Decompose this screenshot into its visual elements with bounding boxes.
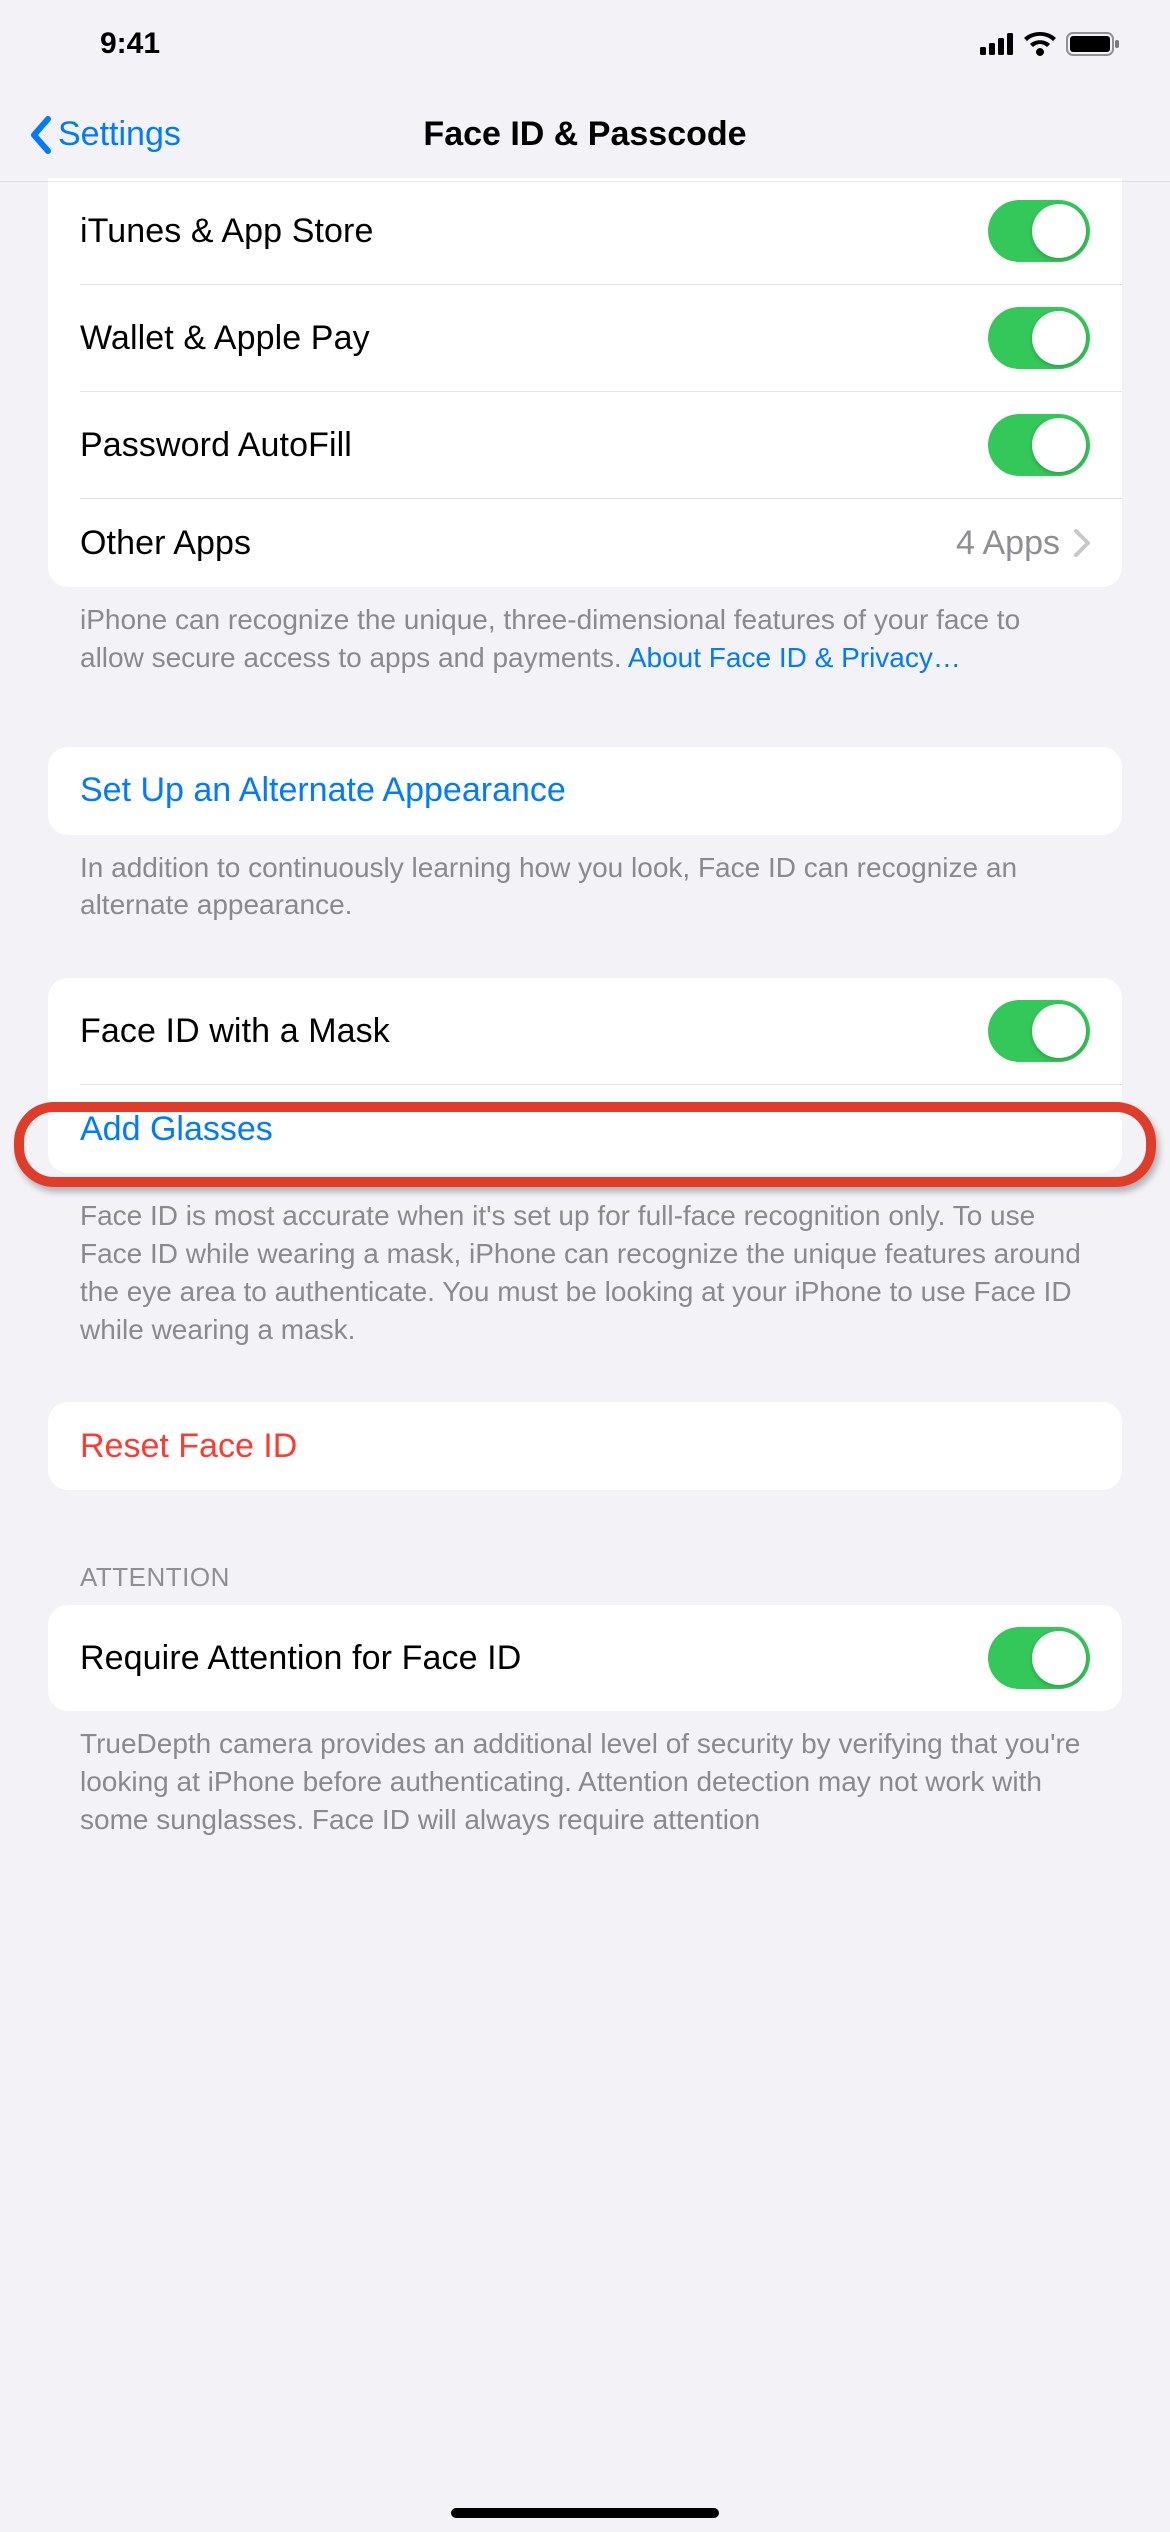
- back-label: Settings: [58, 115, 181, 154]
- attention-header: ATTENTION: [48, 1562, 1122, 1605]
- row-label: Set Up an Alternate Appearance: [80, 771, 566, 810]
- attention-card: Require Attention for Face ID: [48, 1605, 1122, 1711]
- row-require-attention[interactable]: Require Attention for Face ID: [48, 1605, 1122, 1711]
- row-label: Wallet & Apple Pay: [80, 319, 370, 358]
- row-label: Face ID with a Mask: [80, 1012, 390, 1051]
- mask-card: Face ID with a Mask Add Glasses: [48, 978, 1122, 1173]
- row-label: iTunes & App Store: [80, 212, 374, 251]
- reset-card: Reset Face ID: [48, 1402, 1122, 1490]
- section2-footer: In addition to continuously learning how…: [48, 835, 1122, 925]
- wifi-icon: [1024, 32, 1056, 56]
- row-itunes[interactable]: iTunes & App Store: [48, 178, 1122, 284]
- toggle-require-attention[interactable]: [988, 1627, 1090, 1689]
- row-autofill[interactable]: Password AutoFill: [48, 392, 1122, 498]
- status-bar: 9:41: [0, 0, 1170, 88]
- back-button[interactable]: Settings: [28, 115, 181, 155]
- section5-footer: TrueDepth camera provides an additional …: [48, 1711, 1122, 1838]
- row-label: Other Apps: [80, 524, 251, 563]
- row-add-glasses[interactable]: Add Glasses: [48, 1085, 1122, 1173]
- chevron-left-icon: [28, 115, 52, 155]
- status-indicators: [980, 32, 1120, 56]
- row-label: Reset Face ID: [80, 1427, 297, 1466]
- row-label: Add Glasses: [80, 1110, 273, 1149]
- alternate-appearance-card: Set Up an Alternate Appearance: [48, 747, 1122, 835]
- cellular-icon: [980, 33, 1014, 55]
- row-other-apps[interactable]: Other Apps 4 Apps: [48, 499, 1122, 587]
- home-indicator[interactable]: [451, 2508, 719, 2518]
- row-wallet[interactable]: Wallet & Apple Pay: [48, 285, 1122, 391]
- row-alternate-appearance[interactable]: Set Up an Alternate Appearance: [48, 747, 1122, 835]
- toggle-wallet[interactable]: [988, 307, 1090, 369]
- toggle-autofill[interactable]: [988, 414, 1090, 476]
- section3-footer: Face ID is most accurate when it's set u…: [48, 1173, 1122, 1348]
- toggle-mask[interactable]: [988, 1000, 1090, 1062]
- about-faceid-privacy-link[interactable]: About Face ID & Privacy…: [628, 642, 961, 673]
- battery-icon: [1066, 32, 1120, 56]
- section1-footer: iPhone can recognize the unique, three-d…: [48, 587, 1122, 677]
- row-label: Password AutoFill: [80, 426, 352, 465]
- row-reset-faceid[interactable]: Reset Face ID: [48, 1402, 1122, 1490]
- chevron-right-icon: [1074, 529, 1090, 557]
- nav-bar: Settings Face ID & Passcode: [0, 88, 1170, 182]
- status-time: 9:41: [100, 27, 160, 61]
- use-faceid-card: iTunes & App Store Wallet & Apple Pay Pa…: [48, 178, 1122, 587]
- row-label: Require Attention for Face ID: [80, 1639, 521, 1678]
- row-mask[interactable]: Face ID with a Mask: [48, 978, 1122, 1084]
- row-detail: 4 Apps: [956, 524, 1060, 563]
- nav-title: Face ID & Passcode: [423, 115, 746, 154]
- toggle-itunes[interactable]: [988, 200, 1090, 262]
